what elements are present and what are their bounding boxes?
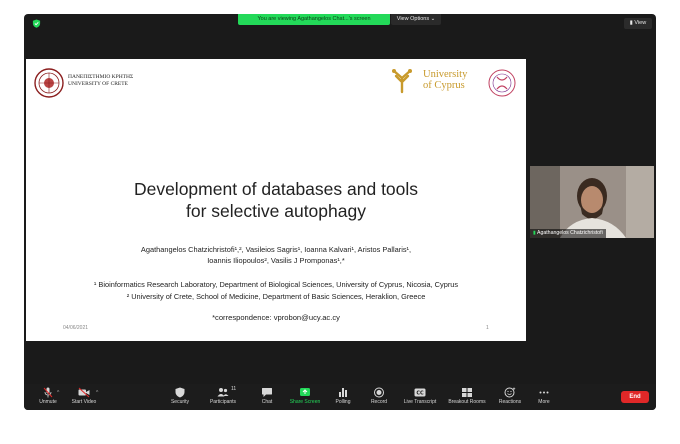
svg-text:CC: CC xyxy=(416,391,424,397)
cyprus-name-line2: of Cyprus xyxy=(423,80,465,91)
video-off-icon xyxy=(78,387,90,398)
slide-title-line1: Development of databases and tools xyxy=(133,179,419,199)
shield-icon[interactable] xyxy=(32,19,41,28)
cyprus-name-line1: University xyxy=(423,69,468,80)
share-screen-icon xyxy=(300,388,310,396)
video-options-caret-icon[interactable]: ^ xyxy=(96,390,98,396)
affiliation-line1: ¹ Bioinformatics Research Laboratory, De… xyxy=(93,280,459,289)
slide-authors: Agathangelos Chatzichristofi¹,², Vasilei… xyxy=(26,244,526,266)
closed-caption-icon: CC xyxy=(414,388,426,397)
record-label: Record xyxy=(370,399,388,405)
screen-share-banner: You are viewing Agathangelos Chat...'s s… xyxy=(238,14,390,25)
meeting-toolbar: Unmute ^ Start Video ^ Security 11 Parti… xyxy=(24,384,656,410)
security-button[interactable]: Security xyxy=(158,386,202,408)
more-dots-icon xyxy=(539,391,549,394)
participant-video-image xyxy=(530,166,654,238)
security-shield-icon xyxy=(175,387,185,398)
slide-date: 04/06/2021 xyxy=(63,325,89,331)
participant-name: Agathangelos Chatzichristofi xyxy=(537,230,603,236)
participants-count: 11 xyxy=(231,386,237,392)
affiliation-line2: ² University of Crete, School of Medicin… xyxy=(126,292,426,301)
bioinformatics-lab-logo xyxy=(488,69,516,97)
authors-line2: Ioannis Iliopoulos², Vasilis J Promponas… xyxy=(207,256,345,265)
breakout-rooms-button[interactable]: Breakout Rooms xyxy=(445,386,489,408)
crete-name-greek: ΠΑΝΕΠΙΣΤΗΜΙΟ ΚΡΗΤΗΣ xyxy=(68,74,134,80)
participants-button[interactable]: 11 Participants xyxy=(201,386,245,408)
authors-line1: Agathangelos Chatzichristofi¹,², Vasilei… xyxy=(140,245,412,254)
live-transcript-button[interactable]: CC Live Transcript xyxy=(398,386,442,408)
slide-page-number: 1 xyxy=(486,325,489,331)
view-button[interactable]: ▮ View xyxy=(624,18,652,29)
chat-bubble-icon xyxy=(262,388,272,397)
university-of-crete-seal xyxy=(34,68,64,98)
university-of-cyprus-emblem xyxy=(392,69,412,94)
zoom-meeting-window: You are viewing Agathangelos Chat...'s s… xyxy=(24,14,656,410)
slide-correspondence: *correspondence: vprobon@ucy.ac.cy xyxy=(212,313,340,322)
live-transcript-label: Live Transcript xyxy=(403,399,437,405)
record-icon xyxy=(374,387,384,398)
smiley-plus-icon xyxy=(504,387,516,398)
participants-label: Participants xyxy=(209,399,237,405)
slide-title: Development of databases and tools for s… xyxy=(26,178,526,222)
security-label: Security xyxy=(170,399,190,405)
breakout-rooms-icon xyxy=(462,388,472,397)
start-video-button[interactable]: Start Video xyxy=(62,386,106,408)
participant-name-label: ▮ Agathangelos Chatzichristofi xyxy=(530,229,606,238)
slide-title-line2: for selective autophagy xyxy=(186,201,366,221)
record-button[interactable]: Record xyxy=(357,386,401,408)
breakout-rooms-label: Breakout Rooms xyxy=(448,399,486,405)
view-button-label: View xyxy=(634,20,647,26)
muted-microphone-icon xyxy=(43,387,53,398)
participants-icon xyxy=(217,388,229,397)
more-label: More xyxy=(538,399,550,405)
university-of-cyprus-name: University of Cyprus xyxy=(423,69,467,91)
view-options-dropdown[interactable]: View Options ⌄ xyxy=(391,14,441,25)
end-meeting-button[interactable]: End xyxy=(621,391,649,403)
university-of-crete-name: ΠΑΝΕΠΙΣΤΗΜΙΟ ΚΡΗΤΗΣ UNIVERSITY OF CRETE xyxy=(68,74,133,88)
slide-affiliations: ¹ Bioinformatics Research Laboratory, De… xyxy=(26,279,526,303)
crete-name-english: UNIVERSITY OF CRETE xyxy=(68,81,128,87)
start-video-label: Start Video xyxy=(71,399,97,405)
shared-slide: ΠΑΝΕΠΙΣΤΗΜΙΟ ΚΡΗΤΗΣ UNIVERSITY OF CRETE … xyxy=(26,59,526,341)
participant-video-tile[interactable]: ▮ Agathangelos Chatzichristofi xyxy=(530,166,654,238)
bar-chart-icon xyxy=(339,388,347,397)
more-button[interactable]: More xyxy=(522,386,566,408)
audio-options-caret-icon[interactable]: ^ xyxy=(57,390,59,396)
